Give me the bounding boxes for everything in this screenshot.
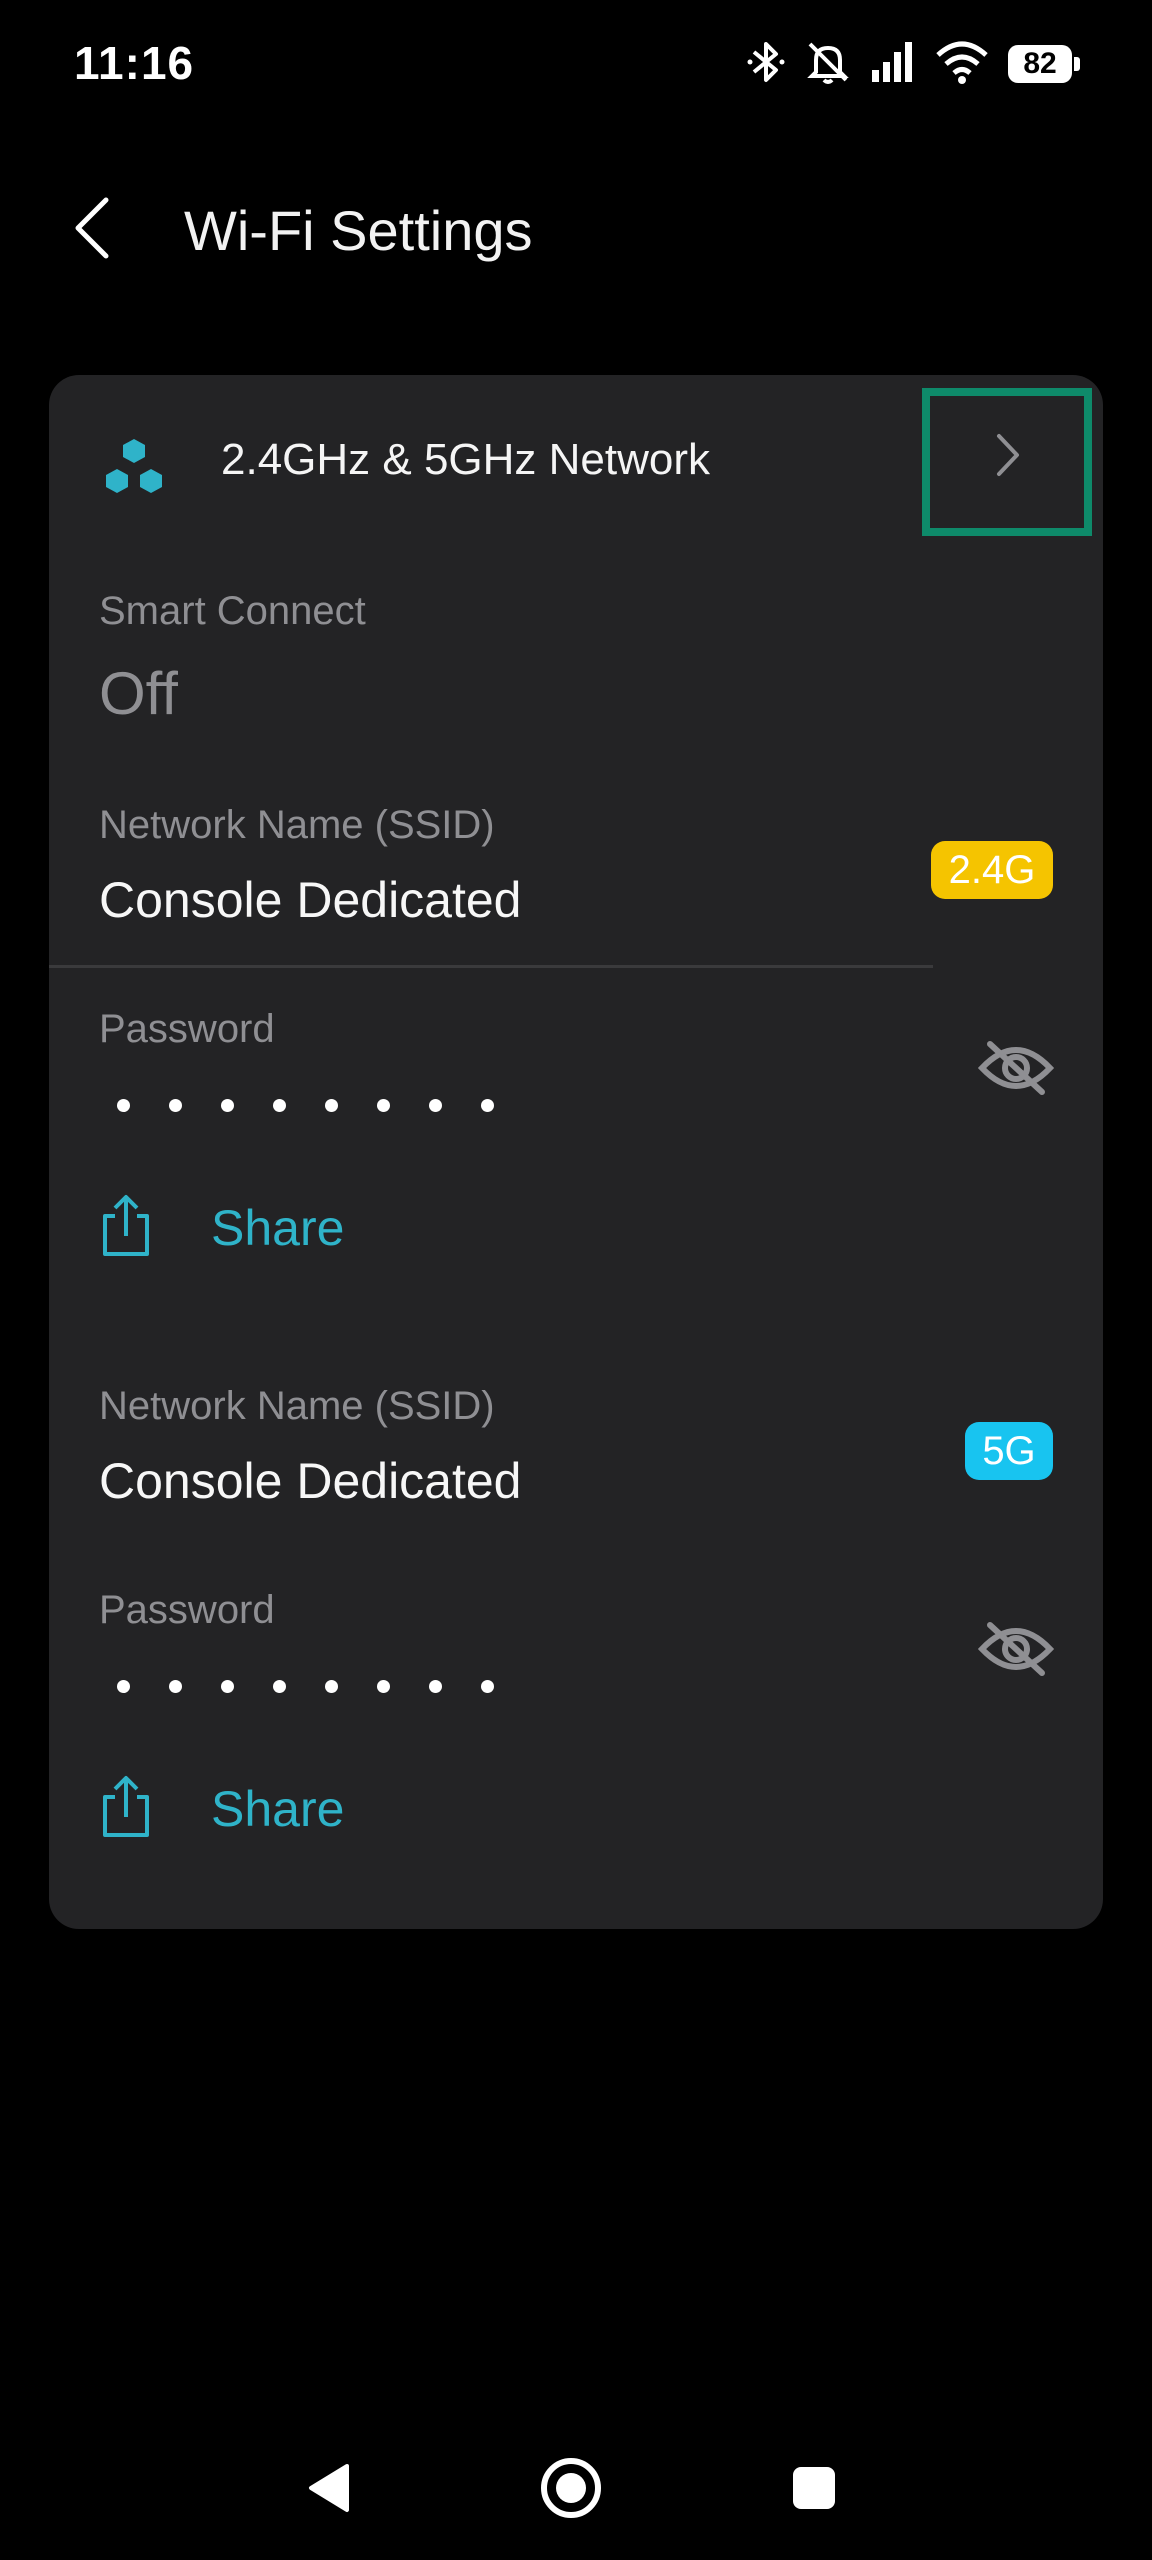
password-value-masked xyxy=(117,1099,494,1112)
share-button[interactable]: Share xyxy=(99,1183,344,1273)
network-title: 2.4GHz & 5GHz Network xyxy=(221,435,711,484)
smart-connect-label: Smart Connect xyxy=(99,589,366,633)
nav-recents-button[interactable] xyxy=(764,2440,864,2540)
recents-square-icon xyxy=(791,2465,837,2516)
back-button[interactable] xyxy=(52,190,132,270)
back-triangle-icon xyxy=(305,2462,351,2519)
system-nav-bar xyxy=(0,2420,1152,2550)
band-badge-2g: 2.4G xyxy=(931,841,1053,899)
app-bar: Wi-Fi Settings xyxy=(0,170,1152,290)
nav-home-button[interactable] xyxy=(521,2440,621,2540)
page-title: Wi-Fi Settings xyxy=(184,199,533,262)
battery-icon: 82 xyxy=(1008,45,1080,83)
password-value-masked xyxy=(117,1680,494,1693)
share-icon xyxy=(99,1775,153,1844)
share-label: Share xyxy=(211,1200,345,1256)
chevron-left-icon xyxy=(70,196,114,265)
password-label: Password xyxy=(99,1007,275,1051)
wifi-icon xyxy=(934,39,990,90)
network-detail-button[interactable] xyxy=(925,387,1091,527)
eye-off-icon xyxy=(977,1038,1055,1103)
status-icons: 82 xyxy=(746,38,1080,91)
home-circle-icon xyxy=(539,2456,603,2525)
chevron-right-icon xyxy=(993,430,1023,485)
share-label: Share xyxy=(211,1781,345,1837)
network-nodes-icon xyxy=(99,435,169,505)
signal-icon xyxy=(870,40,916,89)
status-bar: 11:16 82 xyxy=(0,0,1152,130)
status-time: 11:16 xyxy=(74,37,195,89)
wifi-network-card: 2.4GHz & 5GHz Network Smart Connect Off … xyxy=(49,375,1103,1929)
network-header-row[interactable]: 2.4GHz & 5GHz Network xyxy=(49,375,1103,550)
ssid-value: Console Dedicated xyxy=(99,1453,522,1509)
ssid-label: Network Name (SSID) xyxy=(99,1384,495,1428)
toggle-password-visibility-button[interactable] xyxy=(971,1611,1061,1691)
share-button[interactable]: Share xyxy=(99,1764,344,1854)
eye-off-icon xyxy=(977,1619,1055,1684)
mute-icon xyxy=(804,38,852,91)
ssid-label: Network Name (SSID) xyxy=(99,803,495,847)
ssid-value: Console Dedicated xyxy=(99,872,522,928)
password-label: Password xyxy=(99,1588,275,1632)
toggle-password-visibility-button[interactable] xyxy=(971,1030,1061,1110)
nav-back-button[interactable] xyxy=(278,2440,378,2540)
bluetooth-icon xyxy=(746,38,786,91)
band-badge-5g: 5G xyxy=(965,1422,1053,1480)
divider xyxy=(49,965,933,968)
share-icon xyxy=(99,1194,153,1263)
smart-connect-value: Off xyxy=(99,660,178,727)
